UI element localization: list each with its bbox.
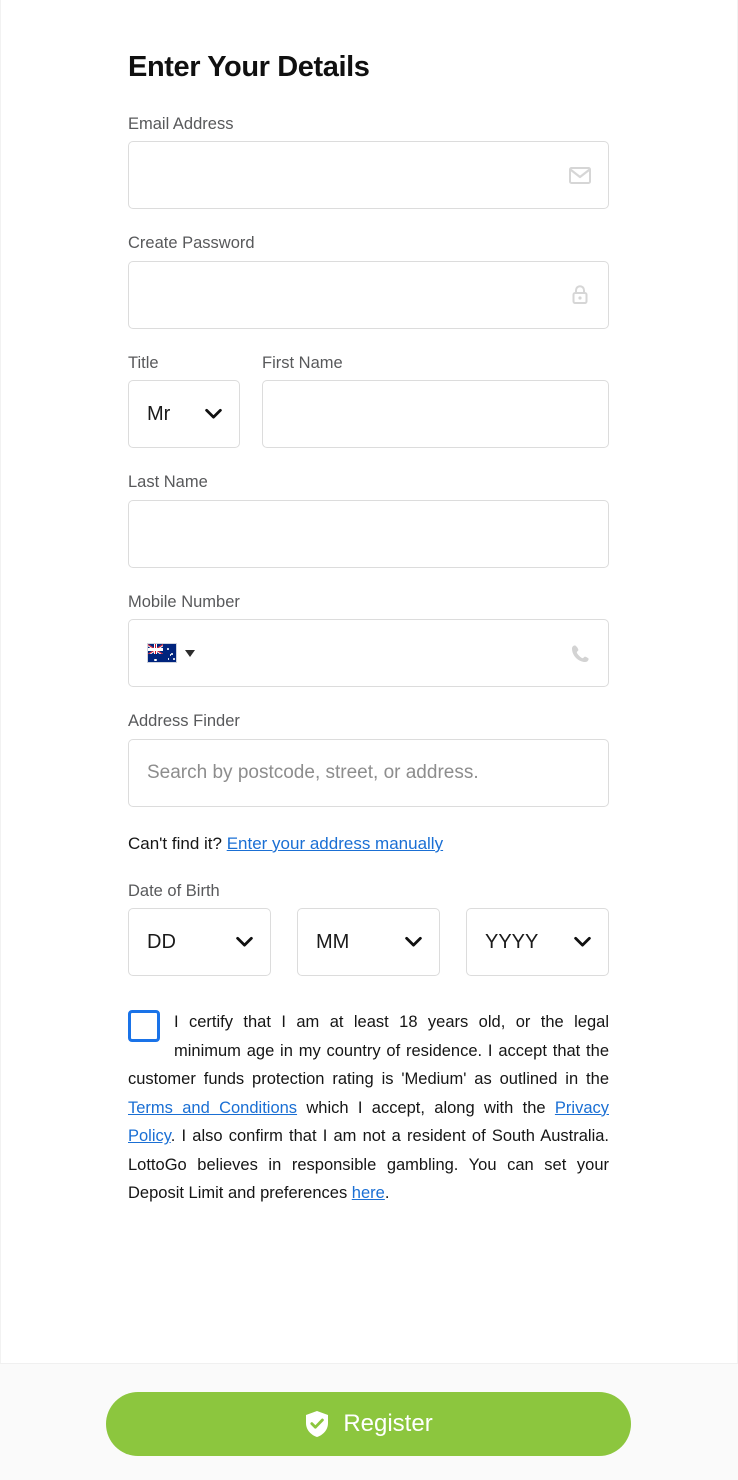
firstname-field-group: First Name: [262, 355, 609, 449]
firstname-input[interactable]: [263, 381, 608, 448]
form-card: Enter Your Details Email Address Create: [0, 0, 738, 1363]
dob-day-value: DD: [147, 930, 176, 953]
manual-address-line: Can't find it? Enter your address manual…: [128, 833, 609, 855]
lastname-input[interactable]: [129, 500, 608, 567]
manual-address-link[interactable]: Enter your address manually: [227, 834, 443, 853]
firstname-label: First Name: [262, 353, 343, 372]
lastname-input-box[interactable]: [128, 499, 609, 568]
dob-year-select[interactable]: YYYY: [466, 908, 609, 977]
form-container: Enter Your Details Email Address Create: [128, 0, 609, 1207]
name-row-group: Title Mr First Name: [128, 355, 609, 449]
register-button[interactable]: Register: [106, 1392, 631, 1456]
chevron-down-icon: [236, 937, 253, 948]
registration-page: Enter Your Details Email Address Create: [0, 0, 738, 1480]
address-finder-input[interactable]: [129, 739, 608, 806]
address-finder-group: Address Finder: [128, 713, 609, 807]
consent-block: I certify that I am at least 18 years ol…: [128, 1008, 609, 1207]
lastname-field-group: Last Name: [128, 474, 609, 568]
shield-check-icon: [304, 1410, 330, 1438]
email-input-box[interactable]: [128, 141, 609, 210]
chevron-down-icon: [574, 937, 591, 948]
page-title: Enter Your Details: [128, 51, 370, 83]
title-field-group: Title Mr: [128, 355, 240, 449]
register-button-label: Register: [343, 1410, 433, 1437]
deposit-limit-here-link[interactable]: here: [352, 1184, 385, 1202]
title-label: Title: [128, 353, 159, 372]
dob-group: Date of Birth DD MM YYYY: [128, 883, 609, 977]
manual-address-prefix: Can't find it?: [128, 833, 227, 853]
chevron-down-icon: [205, 409, 222, 420]
firstname-input-box[interactable]: [262, 380, 609, 449]
password-input-box[interactable]: [128, 260, 609, 329]
dob-year-value: YYYY: [485, 930, 539, 953]
dob-month-value: MM: [316, 930, 350, 953]
mobile-input[interactable]: [129, 620, 608, 687]
email-input[interactable]: [129, 142, 608, 209]
footer-bar: Register: [0, 1363, 738, 1480]
email-label: Email Address: [128, 114, 234, 133]
consent-text-part4: .: [384, 1183, 390, 1202]
consent-text-part1: I certify that I am at least 18 years ol…: [128, 1013, 609, 1089]
email-field-group: Email Address: [128, 116, 609, 210]
password-label: Create Password: [128, 234, 255, 253]
terms-and-conditions-link[interactable]: Terms and Conditions: [128, 1099, 297, 1117]
mobile-label: Mobile Number: [128, 592, 240, 611]
mobile-field-group: Mobile Number: [128, 594, 609, 688]
chevron-down-icon: [405, 937, 422, 948]
title-select-value: Mr: [147, 402, 171, 425]
title-select[interactable]: Mr: [128, 380, 240, 449]
address-finder-input-box[interactable]: [128, 738, 609, 807]
dob-label: Date of Birth: [128, 881, 220, 900]
dob-row: DD MM YYYY: [128, 908, 609, 977]
title-firstname-row: Title Mr First Name: [128, 355, 609, 449]
age-consent-checkbox[interactable]: [128, 1010, 160, 1043]
consent-text-part2: which I accept, along with the: [297, 1098, 555, 1117]
password-field-group: Create Password: [128, 235, 609, 329]
mobile-input-box[interactable]: [128, 619, 609, 688]
dob-month-select[interactable]: MM: [297, 908, 440, 977]
lastname-label: Last Name: [128, 473, 208, 492]
dob-day-select[interactable]: DD: [128, 908, 271, 977]
address-finder-label: Address Finder: [128, 712, 240, 731]
password-input[interactable]: [129, 261, 608, 328]
